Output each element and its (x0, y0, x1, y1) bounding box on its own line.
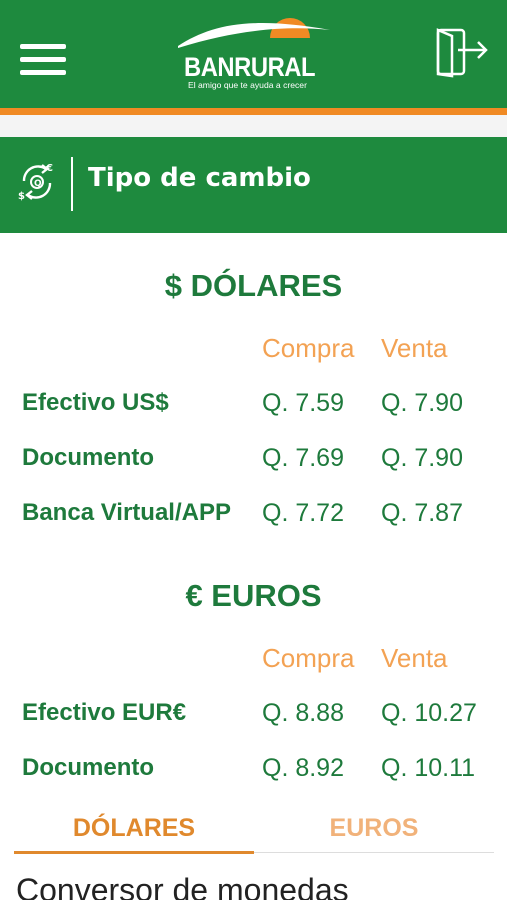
dolares-compra-value: Q. 7.72 (262, 499, 344, 527)
euros-row-label: Efectivo EUR€ (22, 699, 187, 726)
section-title: Tipo de cambio (88, 163, 311, 193)
svg-text:€: € (45, 163, 53, 174)
banrural-logo: BANRURAL El amigo que te ayuda a crecer (172, 8, 334, 90)
hamburger-menu-icon[interactable] (20, 44, 68, 78)
euros-compra-header: Compra (262, 643, 355, 673)
logo-tagline: El amigo que te ayuda a crecer (188, 80, 307, 90)
dolares-compra-value: Q. 7.59 (262, 389, 344, 417)
dolares-venta-value: Q. 7.90 (381, 444, 463, 472)
euros-venta-header: Venta (381, 643, 448, 673)
top-app-bar: BANRURAL El amigo que te ayuda a crecer (0, 0, 507, 108)
euros-title: € EUROS (185, 578, 322, 613)
dolares-compra-header: Compra (262, 333, 355, 363)
active-tab-indicator (14, 851, 254, 854)
tab-dolares[interactable]: DÓLARES (14, 808, 254, 854)
logo-name: BANRURAL (184, 52, 316, 82)
converter-title: Conversor de monedas (16, 872, 349, 900)
tab-euros[interactable]: EUROS (254, 808, 494, 854)
dolares-venta-header: Venta (381, 333, 448, 363)
header-spacer (0, 115, 507, 137)
euros-compra-value: Q. 8.92 (262, 754, 344, 782)
dolares-row-label: Efectivo US$ (22, 389, 169, 416)
dolares-venta-value: Q. 7.90 (381, 389, 463, 417)
euros-row-label: Documento (22, 754, 154, 781)
exchange-rate-header: Q € $ Tipo de cambio (0, 137, 507, 233)
header-divider (71, 157, 73, 211)
currency-exchange-icon: Q € $ (16, 159, 58, 203)
currency-tabs: DÓLARES EUROS (14, 808, 494, 856)
euros-venta-value: Q. 10.11 (381, 754, 476, 782)
sun-logo-icon (178, 18, 330, 48)
dolares-row-label: Banca Virtual/APP (22, 499, 231, 526)
dolares-venta-value: Q. 7.87 (381, 499, 463, 527)
header-accent-stripe (0, 108, 507, 115)
dolares-row-label: Documento (22, 444, 154, 471)
dolares-compra-value: Q. 7.69 (262, 444, 344, 472)
dolares-title: $ DÓLARES (164, 268, 343, 303)
svg-text:Q: Q (34, 179, 42, 189)
svg-text:$: $ (18, 191, 25, 202)
euros-venta-value: Q. 10.27 (381, 699, 477, 727)
euros-compra-value: Q. 8.88 (262, 699, 344, 727)
logout-door-icon[interactable] (432, 26, 490, 80)
